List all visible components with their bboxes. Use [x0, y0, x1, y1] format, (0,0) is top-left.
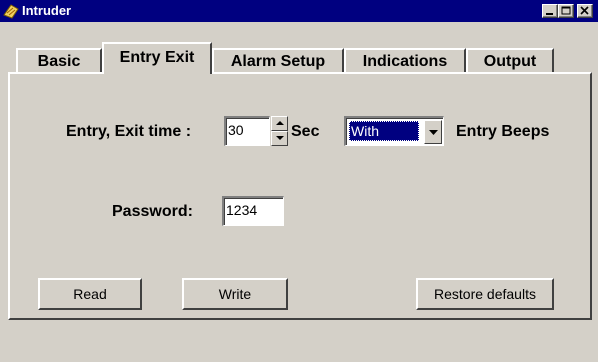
chevron-down-icon — [429, 130, 438, 135]
maximize-icon — [561, 6, 571, 15]
password-label: Password: — [112, 203, 193, 220]
entry-exit-time-label: Entry, Exit time : — [66, 123, 192, 140]
time-spinner[interactable] — [271, 116, 288, 146]
entry-beeps-selected-value: With — [349, 121, 419, 141]
time-unit-label: Sec — [291, 123, 320, 140]
arrow-down-icon — [276, 136, 284, 140]
tab-alarm-setup[interactable]: Alarm Setup — [212, 48, 344, 74]
entry-beeps-select[interactable]: With — [344, 116, 444, 146]
read-button[interactable]: Read — [38, 278, 142, 310]
title-bar[interactable]: Intruder — [0, 0, 598, 22]
entry-exit-time-input[interactable]: 30 — [224, 116, 270, 146]
password-field[interactable]: 1234 — [222, 196, 284, 226]
close-button[interactable] — [577, 4, 593, 18]
intruder-app-icon — [3, 4, 19, 19]
spin-down-button[interactable] — [271, 131, 288, 146]
arrow-up-icon — [276, 121, 284, 125]
tab-output[interactable]: Output — [466, 48, 554, 74]
entry-beeps-label: Entry Beeps — [456, 123, 550, 140]
minimize-button[interactable] — [542, 4, 558, 18]
tab-basic[interactable]: Basic — [16, 48, 102, 74]
entry-exit-panel: Entry, Exit time : 30 Sec With Entry Bee… — [8, 72, 592, 320]
tab-indications[interactable]: Indications — [344, 48, 466, 74]
tab-entry-exit[interactable]: Entry Exit — [102, 42, 212, 74]
window-title: Intruder — [22, 3, 72, 18]
minimize-icon — [546, 13, 553, 15]
write-button[interactable]: Write — [182, 278, 288, 310]
dropdown-button[interactable] — [424, 120, 442, 144]
close-icon — [580, 6, 589, 15]
restore-defaults-button[interactable]: Restore defaults — [416, 278, 554, 310]
maximize-button[interactable] — [558, 4, 574, 18]
spin-up-button[interactable] — [271, 116, 288, 131]
